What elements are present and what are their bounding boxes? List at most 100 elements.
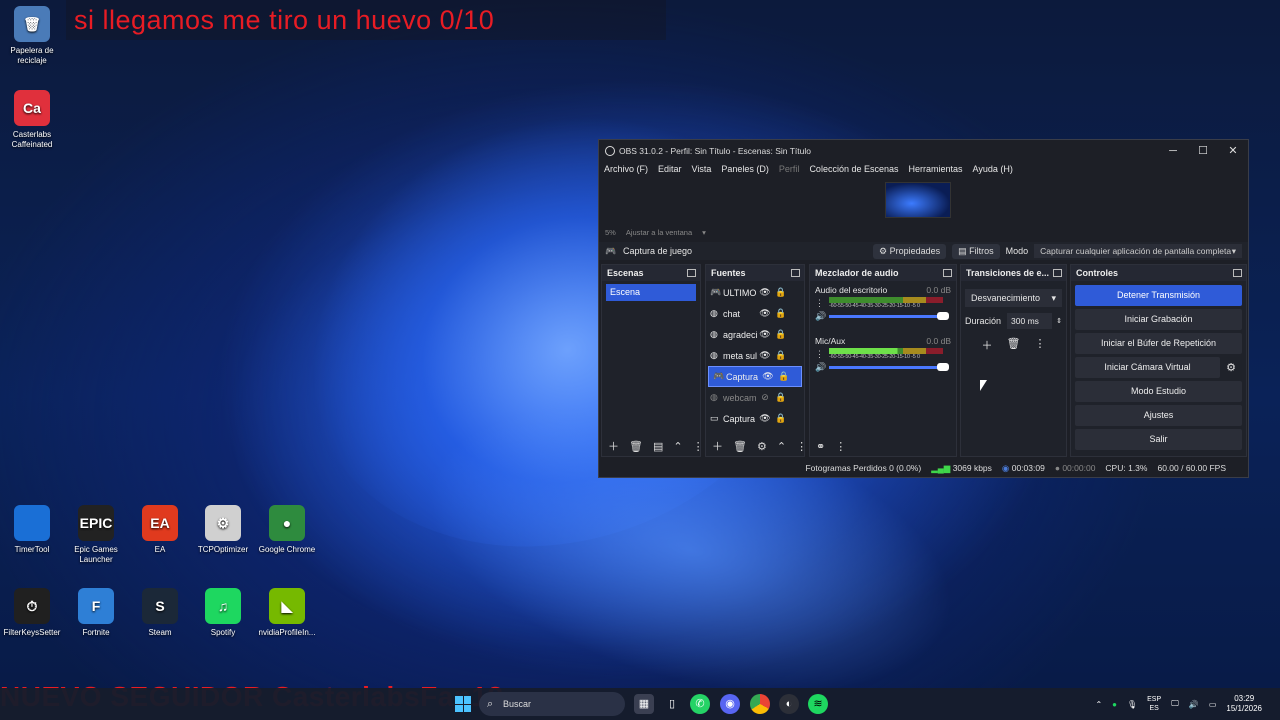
obs-icon[interactable]: ◐ [779,694,799,714]
lock-icon[interactable]: 🔒 [773,392,789,403]
source-item[interactable]: ◍ meta sul 👁 🔒 [706,345,804,366]
language-indicator[interactable]: ESP ES [1147,695,1161,713]
trash-icon[interactable]: 🗑 [629,440,643,453]
chevron-up-icon[interactable]: ⌃ [673,440,682,453]
eye-icon[interactable]: 👁 [757,413,773,424]
filter-icon[interactable]: ▤ [653,440,663,453]
spotify-tray-icon[interactable]: ● [1112,700,1117,709]
trash-icon[interactable]: 🗑 [1007,337,1021,353]
add-transition-icon[interactable]: ＋ [982,337,993,353]
gear-icon[interactable]: ⚙ [1220,361,1242,374]
volume-icon[interactable]: 🔊 [1189,700,1199,709]
more-icon[interactable]: ⋮ [693,440,704,453]
stop-streaming-button[interactable]: Detener Transmisión [1075,285,1242,306]
file-explorer-icon[interactable]: ▯ [662,694,682,714]
undock-icon[interactable] [1233,269,1242,277]
chevron-up-icon[interactable]: ⌃ [777,440,786,453]
more-icon[interactable]: ⋮ [815,349,825,360]
source-item[interactable]: 🎮 Captura 👁 🔒 [708,366,802,387]
whatsapp-icon[interactable]: ✆ [690,694,710,714]
menu-item[interactable]: Herramientas [909,164,963,174]
task-view-icon[interactable]: ▦ [634,694,654,714]
undock-icon[interactable] [791,269,800,277]
lock-icon[interactable]: 🔒 [773,329,789,340]
gear-icon[interactable]: ⚙ [757,440,767,453]
zoom-fit-select[interactable]: Ajustar a la ventana [626,228,692,237]
desktop-icon[interactable]: TimerTool [0,505,64,555]
more-icon[interactable]: ⋮ [835,440,846,453]
close-icon[interactable]: ✕ [1218,144,1248,157]
lock-icon[interactable]: 🔒 [773,287,789,298]
menu-item[interactable]: Perfil [779,164,800,174]
maximize-icon[interactable]: ☐ [1188,144,1218,157]
clock[interactable]: 03:29 15/1/2026 [1226,694,1262,714]
battery-icon[interactable]: ▭ [1209,700,1217,709]
desktop-icon[interactable]: ● Google Chrome [255,505,319,555]
desktop-icon[interactable]: F Fortnite [64,588,128,638]
trash-icon[interactable]: 🗑 [733,440,747,453]
source-item[interactable]: ▭ Captura 👁 🔒 [706,408,804,429]
desktop-icon[interactable]: ♫ Spotify [191,588,255,638]
filters-button[interactable]: ▤ Filtros [952,243,1000,259]
desktop-icon[interactable]: Ca Casterlabs Caffeinated [0,90,64,150]
chevron-up-icon[interactable]: ⌃ [1095,700,1102,709]
windows-start-icon[interactable] [455,696,471,712]
lock-icon[interactable]: 🔒 [776,371,792,382]
undock-icon[interactable] [943,269,952,277]
source-item[interactable]: 🎮 ULTIMO 👁 🔒 [706,282,804,303]
discord-icon[interactable]: ◉ [720,694,740,714]
menu-item[interactable]: Ayuda (H) [973,164,1013,174]
add-source-icon[interactable]: ＋ [712,438,723,454]
scene-item[interactable]: Escena [606,284,696,301]
stepper-icon[interactable]: ⇕ [1056,317,1062,325]
volume-slider[interactable] [829,312,949,320]
menu-item[interactable]: Paneles (D) [721,164,769,174]
lock-icon[interactable]: 🔒 [773,308,789,319]
desktop-icon[interactable]: 🗑 Papelera de reciclaje [0,6,64,66]
lock-icon[interactable]: 🔒 [773,350,789,361]
slider-knob[interactable] [937,312,949,320]
network-icon[interactable]: 🖵 [1171,699,1179,709]
eye-icon[interactable]: 👁 [757,350,773,361]
menu-item[interactable]: Editar [658,164,682,174]
start-virtual-camera-button[interactable]: Iniciar Cámara Virtual [1075,357,1220,378]
more-icon[interactable]: ⋮ [796,440,807,453]
desktop-icon[interactable]: EPIC Epic Games Launcher [64,505,128,565]
taskbar-search[interactable]: ⌕ Buscar [479,692,625,716]
source-item[interactable]: ◍ chat 👁 🔒 [706,303,804,324]
chrome-icon[interactable] [750,694,770,714]
exit-button[interactable]: Salir [1075,429,1242,450]
desktop-icon[interactable]: ⏱ FilterKeysSetter [0,588,64,638]
microphone-icon[interactable]: 🎙 [1127,700,1137,709]
undock-icon[interactable] [687,269,696,277]
menu-item[interactable]: Vista [692,164,712,174]
studio-mode-button[interactable]: Modo Estudio [1075,381,1242,402]
more-icon[interactable]: ⋮ [815,298,825,309]
transition-select[interactable]: Desvanecimiento ▾ [965,289,1062,307]
desktop-icon[interactable]: EA EA [128,505,192,555]
preview-area[interactable] [599,178,1239,226]
desktop-icon[interactable]: ◣ nvidiaProfileIn... [255,588,319,638]
add-scene-icon[interactable]: ＋ [608,438,619,454]
start-recording-button[interactable]: Iniciar Grabación [1075,309,1242,330]
more-icon[interactable]: ⋮ [1034,337,1045,353]
menu-item[interactable]: Colección de Escenas [809,164,898,174]
eye-icon[interactable]: 👁 [757,287,773,298]
source-item[interactable]: ◍ agradeci 👁 🔒 [706,324,804,345]
minimize-icon[interactable]: ─ [1158,145,1188,157]
start-replay-buffer-button[interactable]: Iniciar el Búfer de Repetición [1075,333,1242,354]
properties-button[interactable]: ⚙ Propiedades [873,243,947,259]
spotify-icon[interactable]: ≋ [808,694,828,714]
desktop-icon[interactable]: S Steam [128,588,192,638]
lock-icon[interactable]: 🔒 [773,413,789,424]
settings-button[interactable]: Ajustes [1075,405,1242,426]
chevron-down-icon[interactable]: ▾ [702,228,706,237]
volume-slider[interactable] [829,363,949,371]
eye-icon[interactable]: 👁 [760,371,776,382]
mode-select[interactable]: Capturar cualquier aplicación de pantall… [1034,244,1242,258]
desktop-icon[interactable]: ⚙ TCPOptimizer [191,505,255,555]
source-item[interactable]: ◍ webcam ⊘ 🔒 [706,387,804,408]
eye-off-icon[interactable]: ⊘ [757,392,773,403]
volume-icon[interactable]: 🔊 [815,311,829,322]
volume-icon[interactable]: 🔊 [815,362,829,373]
